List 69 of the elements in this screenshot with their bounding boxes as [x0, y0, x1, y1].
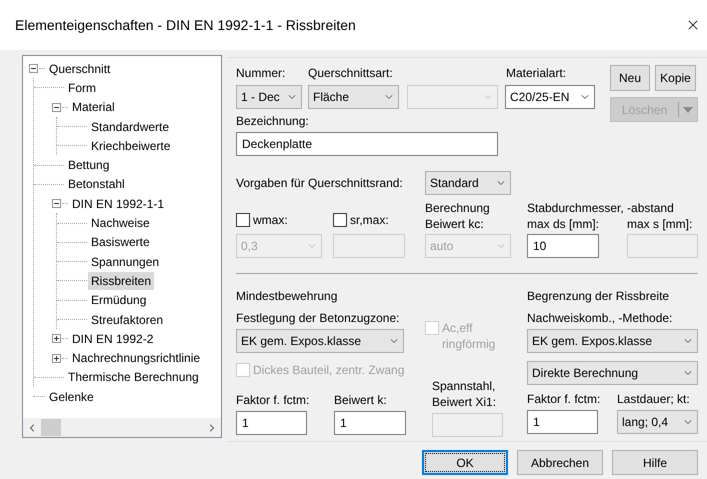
field-label: Stabdurchmesser, -abstand — [527, 200, 675, 216]
field-label: Querschnittsart: — [308, 65, 394, 81]
field-label: Faktor f. fctm: — [236, 392, 310, 408]
tree-item[interactable]: Rissbreiten — [88, 272, 154, 290]
k-coefficient-field[interactable]: 1 — [334, 411, 406, 435]
edge-defaults-dropdown[interactable]: Standard — [425, 171, 511, 195]
copy-button[interactable]: Kopie — [655, 65, 696, 91]
number-dropdown[interactable]: 1 - Dec — [236, 85, 302, 109]
checkbox-label: sr,max: — [350, 212, 389, 228]
field-label: Festlegung der Betonzugzone: — [236, 310, 400, 326]
field-label: max s [mm]: — [627, 216, 694, 232]
collapse-icon[interactable] — [52, 199, 61, 208]
checkbox-label: wmax: — [253, 212, 288, 228]
tree-item[interactable]: Basiswerte — [88, 233, 153, 252]
new-button[interactable]: Neu — [610, 65, 650, 91]
tree-item[interactable]: Bettung — [65, 156, 112, 174]
tree-item[interactable]: Querschnitt — [46, 60, 114, 78]
fctm-factor-field[interactable]: 1 — [236, 411, 307, 435]
tree-item[interactable]: Nachweise — [88, 214, 153, 232]
max-ds-field[interactable]: 10 — [527, 234, 599, 258]
tree-item[interactable]: Spannungen — [88, 252, 162, 271]
field-label: Faktor f. fctm: — [527, 391, 602, 407]
field-label: Mindestbewehrung — [236, 288, 338, 304]
field-label: Nummer: — [236, 65, 286, 81]
horizontal-scrollbar[interactable] — [23, 418, 221, 437]
checkbox-label: Dickes Bauteil, zentr. Zwang — [253, 362, 404, 378]
cancel-button[interactable]: Abbrechen — [517, 450, 603, 475]
tree-item[interactable]: Form — [65, 78, 99, 97]
field-label: Begrenzung der Rissbreite — [527, 288, 670, 304]
caret-down-icon — [683, 106, 693, 112]
designation-field[interactable]: Deckenplatte — [236, 132, 498, 156]
tree-item[interactable]: Betonstahl — [65, 175, 128, 194]
help-button[interactable]: Hilfe — [612, 450, 698, 475]
field-label: max ds [mm]: — [527, 216, 600, 232]
calculation-dropdown[interactable]: Direkte Berechnung — [527, 361, 698, 385]
tree-item[interactable]: Ermüdung — [88, 291, 150, 310]
checkbox[interactable] — [333, 213, 347, 227]
field-label: Bezeichnung: — [236, 113, 310, 129]
method-dropdown[interactable]: EK gem. Expos.klasse — [527, 329, 698, 353]
expand-icon[interactable] — [52, 334, 61, 344]
checkbox-label: Ac,eff ringförmig — [442, 320, 496, 352]
field-label: Berechnung Beiwert kc: — [425, 200, 491, 232]
load-duration-dropdown[interactable]: lang; 0,4 — [617, 410, 698, 434]
collapse-icon[interactable] — [29, 64, 38, 74]
field-label: Nachweiskomb., -Methode: — [527, 310, 674, 326]
tree-item[interactable]: Standardwerte — [88, 118, 172, 136]
tree-item[interactable]: DIN EN 1992-1-1 — [69, 194, 168, 213]
tree-item[interactable]: Kriechbeiwerte — [88, 136, 174, 155]
material-dropdown[interactable]: C20/25-EN — [505, 85, 595, 109]
ok-button[interactable]: OK — [422, 450, 508, 475]
checkbox[interactable] — [236, 213, 250, 227]
tree-item[interactable]: DIN EN 1992-2 — [69, 330, 156, 348]
fctm-factor-field[interactable]: 1 — [527, 410, 598, 434]
expand-icon[interactable] — [52, 354, 61, 363]
collapse-icon[interactable] — [52, 102, 61, 112]
tree-item[interactable]: Streufaktoren — [88, 310, 166, 328]
field-label: Vorgaben für Querschnittsrand: — [236, 175, 404, 191]
tree-item[interactable]: Material — [69, 98, 118, 116]
field-label: Materialart: — [506, 65, 566, 81]
tree-item[interactable]: Thermische Berechnung — [65, 368, 202, 386]
tree-item[interactable]: Gelenke — [46, 388, 97, 406]
section-type-dropdown[interactable]: Fläche — [308, 85, 399, 109]
field-label: Lastdauer; kt: — [617, 391, 691, 407]
field-label: Spannstahl, Beiwert Xi1: — [432, 378, 498, 410]
tree-item[interactable]: Nachrechnungsrichtlinie — [69, 349, 204, 368]
scrollbar-thumb[interactable] — [41, 419, 61, 436]
tension-zone-dropdown[interactable]: EK gem. Expos.klasse — [236, 329, 404, 353]
field-label: Beiwert k: — [334, 392, 388, 408]
window-title: Elementeigenschaften - DIN EN 1992-1-1 - Rissbreiten — [15, 16, 357, 35]
